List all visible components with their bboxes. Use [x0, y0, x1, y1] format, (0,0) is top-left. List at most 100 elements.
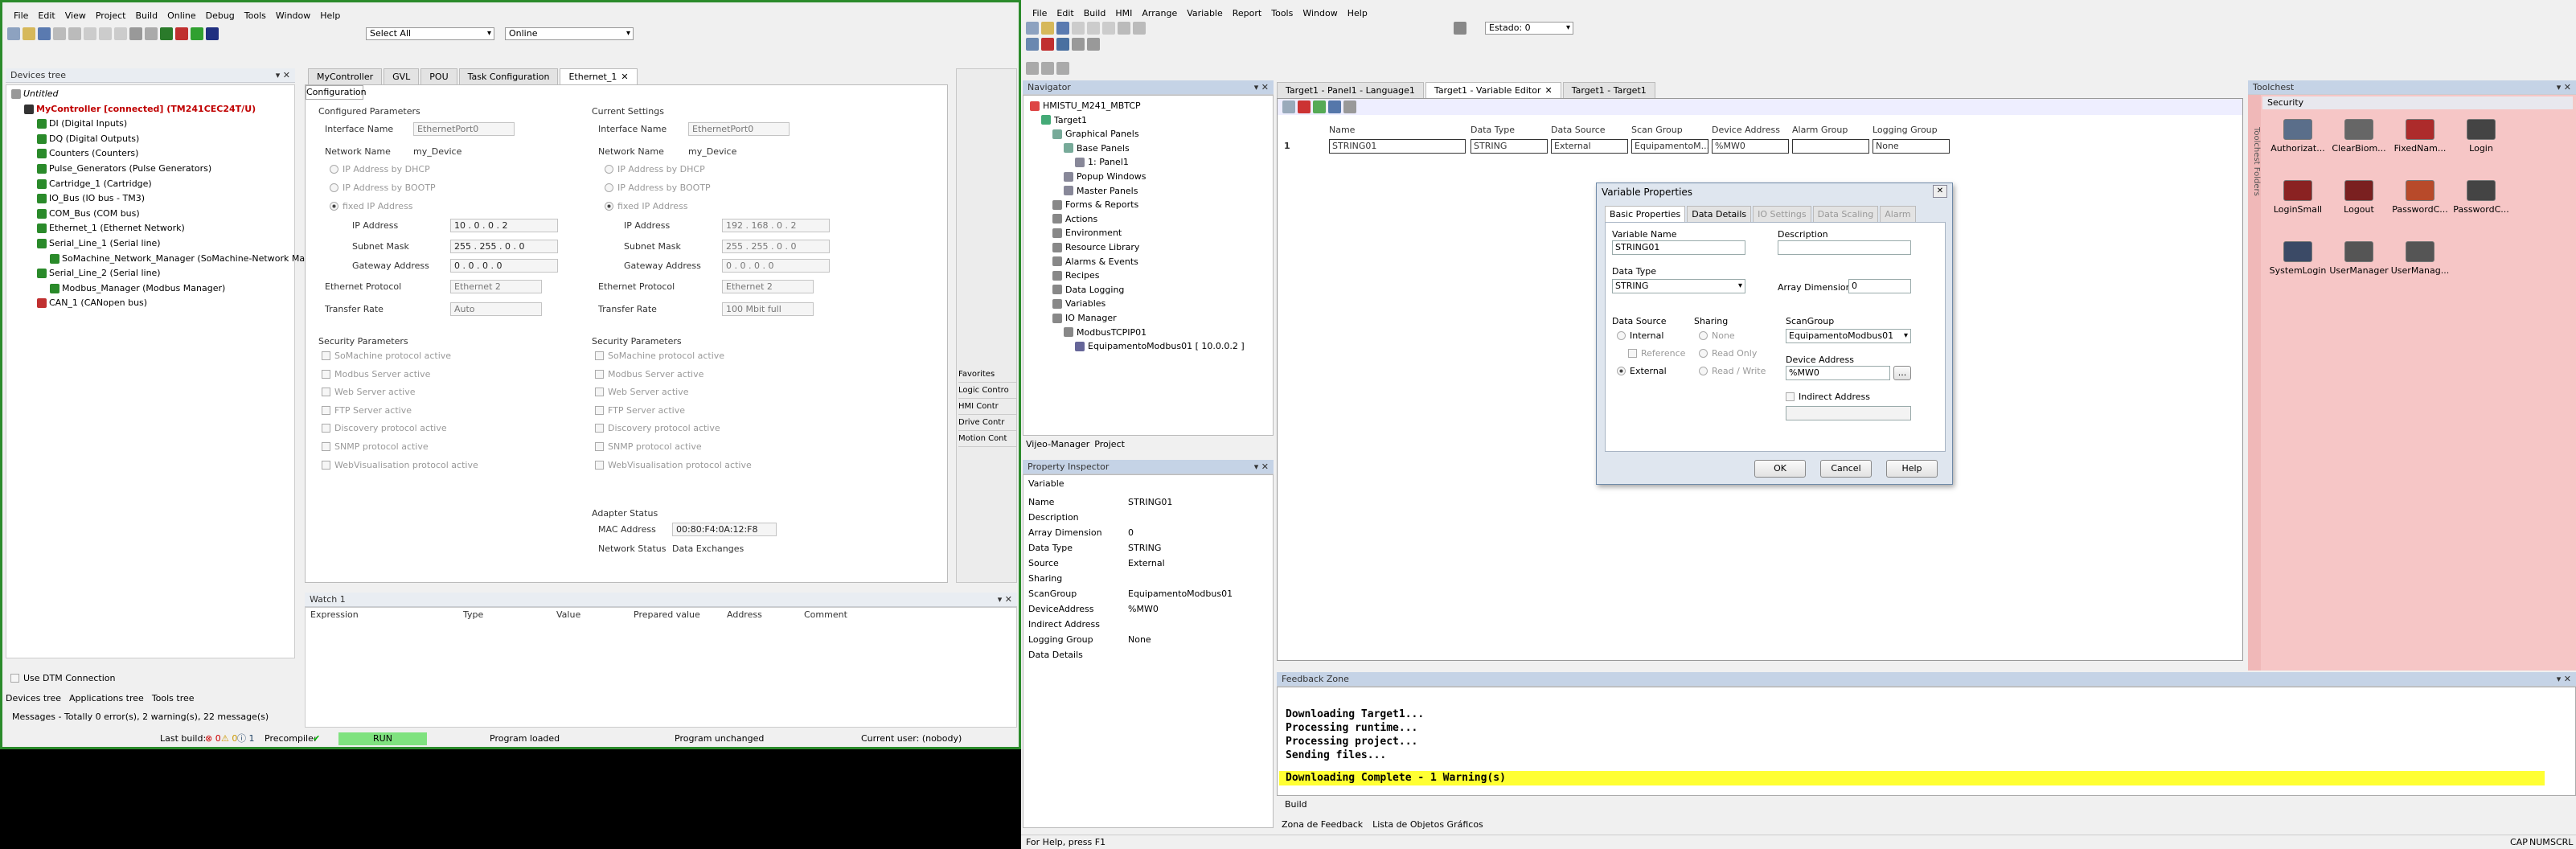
toolbox-item[interactable]: HMI Contr — [958, 399, 1016, 415]
toolbox-item[interactable]: Drive Contr — [958, 415, 1016, 431]
cfg-mask-field[interactable]: 255 . 255 . 0 . 0 — [450, 240, 558, 253]
start-icon[interactable] — [191, 27, 203, 40]
device-address-input[interactable]: %MW0 — [1786, 366, 1890, 380]
cfg-rate-field[interactable]: Auto — [450, 302, 542, 316]
toolchest-item[interactable]: LoginSmall — [2266, 175, 2330, 228]
order-icon[interactable] — [1056, 62, 1069, 75]
var-column-header[interactable]: Data Source — [1551, 125, 1606, 135]
source-external-radio[interactable]: External — [1617, 366, 1667, 376]
device-tree-item[interactable]: CAN_1 (CANopen bus) — [37, 296, 147, 310]
menu-edit[interactable]: Edit — [38, 9, 55, 23]
menu-window[interactable]: Window — [1302, 6, 1337, 21]
indirect-address-checkbox[interactable]: Indirect Address — [1786, 392, 1870, 402]
stop-icon[interactable] — [206, 27, 219, 40]
menu-variable[interactable]: Variable — [1187, 6, 1223, 21]
device-tree-item[interactable]: Untitled — [11, 87, 59, 101]
scangroup-select[interactable]: EquipamentoModbus01 — [1786, 329, 1911, 343]
watch-column-header[interactable]: Prepared value — [634, 609, 700, 620]
navigator-item[interactable]: Base Panels — [1064, 142, 1130, 155]
device-tree-item[interactable]: Modbus_Manager (Modbus Manager) — [50, 281, 225, 296]
property-row[interactable]: Logging Group None — [1023, 632, 1281, 647]
var-column-header[interactable]: Name — [1329, 125, 1355, 135]
menu-hmi[interactable]: HMI — [1115, 6, 1132, 21]
watch-column-header[interactable]: Address — [727, 609, 762, 620]
cancel-button[interactable]: Cancel — [1820, 460, 1872, 478]
open-icon[interactable] — [23, 27, 35, 40]
save-icon[interactable] — [38, 27, 51, 40]
cfg-ip-field[interactable]: 10 . 0 . 0 . 2 — [450, 219, 558, 232]
ok-button[interactable]: OK — [1754, 460, 1806, 478]
var-column-header[interactable]: Alarm Group — [1792, 125, 1848, 135]
property-row[interactable]: DeviceAddress %MW0 — [1023, 601, 1281, 617]
cfg-interface-field[interactable]: EthernetPort0 — [413, 122, 515, 136]
paste-icon[interactable] — [114, 27, 127, 40]
cut-icon[interactable] — [1072, 22, 1085, 35]
toolchest-item[interactable]: PasswordC... — [2449, 175, 2513, 228]
toolbox-item[interactable]: Logic Contro — [958, 383, 1016, 399]
build-tab[interactable]: Build — [1277, 798, 2576, 812]
security-checkbox[interactable]: SNMP protocol active — [595, 441, 702, 452]
array-dim-input[interactable]: 0 — [1848, 279, 1911, 293]
cfg-fixed-radio[interactable]: fixed IP Address — [330, 201, 413, 211]
navigator-item[interactable]: Popup Windows — [1064, 170, 1146, 183]
device-tree-item[interactable]: DI (Digital Inputs) — [37, 117, 127, 131]
property-row[interactable]: Indirect Address — [1023, 617, 1281, 632]
find-icon[interactable] — [129, 27, 142, 40]
property-row[interactable]: ScanGroup EquipamentoModbus01 — [1023, 586, 1281, 601]
navigator-item[interactable]: IO Manager — [1052, 311, 1117, 325]
navigator-item[interactable]: Data Logging — [1052, 283, 1124, 297]
messages-bar[interactable]: Messages - Totally 0 error(s), 2 warning… — [6, 710, 295, 724]
menu-edit[interactable]: Edit — [1056, 6, 1073, 21]
text-tool-icon[interactable] — [1056, 38, 1069, 51]
dialog-tab[interactable]: Data Details — [1687, 206, 1752, 222]
delete-variable-icon[interactable] — [1298, 100, 1311, 113]
property-row[interactable]: Source External — [1023, 556, 1281, 571]
tab-gvl[interactable]: GVL — [384, 68, 420, 84]
security-checkbox[interactable]: Modbus Server active — [595, 369, 703, 379]
toolchest-item[interactable]: UserManager — [2327, 236, 2391, 289]
var-name-input[interactable]: STRING01 — [1612, 240, 1745, 255]
desc-input[interactable] — [1778, 240, 1911, 255]
cfg-dhcp-radio[interactable]: IP Address by DHCP — [330, 164, 430, 174]
toolchest-item[interactable]: PasswordC... — [2388, 175, 2452, 228]
security-checkbox[interactable]: FTP Server active — [322, 405, 412, 416]
navigator-item[interactable]: 1: Panel1 — [1075, 155, 1129, 169]
tab-applications-tree[interactable]: Applications tree — [69, 691, 144, 707]
property-row[interactable]: Description — [1023, 510, 1281, 525]
redo-icon[interactable] — [1133, 22, 1146, 35]
import-icon[interactable] — [1328, 100, 1341, 113]
save-icon[interactable] — [1056, 22, 1069, 35]
security-checkbox[interactable]: Modbus Server active — [322, 369, 430, 379]
filter-icon[interactable] — [1343, 100, 1356, 113]
login-icon[interactable] — [160, 27, 173, 40]
line-tool-icon[interactable] — [1072, 38, 1085, 51]
var-column-header[interactable]: Logging Group — [1873, 125, 1938, 135]
dialog-close-button[interactable]: ✕ — [1933, 185, 1947, 198]
var-cell[interactable] — [1792, 139, 1869, 154]
security-checkbox[interactable]: SoMachine protocol active — [322, 351, 451, 361]
close-icon[interactable]: ✕ — [1545, 84, 1553, 98]
menu-online[interactable]: Online — [167, 9, 195, 23]
menu-build[interactable]: Build — [135, 9, 158, 23]
toolchest-item[interactable]: FixedNam... — [2388, 114, 2452, 167]
property-row[interactable]: Name STRING01 — [1023, 494, 1281, 510]
property-row[interactable]: Data Details — [1023, 647, 1281, 662]
menu-tools[interactable]: Tools — [1271, 6, 1293, 21]
cfg-gw-field[interactable]: 0 . 0 . 0 . 0 — [450, 259, 558, 273]
tab-vijeo-manager[interactable]: Vijeo-Manager — [1026, 437, 1089, 452]
navigator-item[interactable]: Target1 — [1041, 113, 1087, 127]
dialog-tab[interactable]: Data Scaling — [1812, 206, 1879, 222]
var-column-header[interactable]: Data Type — [1471, 125, 1515, 135]
navigator-item[interactable]: Recipes — [1052, 269, 1100, 282]
tab-ethernet-1[interactable]: Ethernet_1 ✕ — [560, 68, 638, 84]
menu-debug[interactable]: Debug — [206, 9, 235, 23]
device-tree-item[interactable]: SoMachine_Network_Manager (SoMachine-Net… — [50, 252, 305, 266]
device-tree-item[interactable]: Serial_Line_1 (Serial line) — [37, 236, 161, 251]
device-tree-item[interactable]: Pulse_Generators (Pulse Generators) — [37, 162, 211, 176]
toolchest-item[interactable]: Logout — [2327, 175, 2391, 228]
security-checkbox[interactable]: SNMP protocol active — [322, 441, 429, 452]
redo-icon[interactable] — [68, 27, 81, 40]
zoom-icon[interactable] — [1454, 22, 1466, 35]
sharing-none-radio[interactable]: None — [1699, 330, 1735, 341]
close-icon[interactable]: ✕ — [621, 70, 628, 84]
